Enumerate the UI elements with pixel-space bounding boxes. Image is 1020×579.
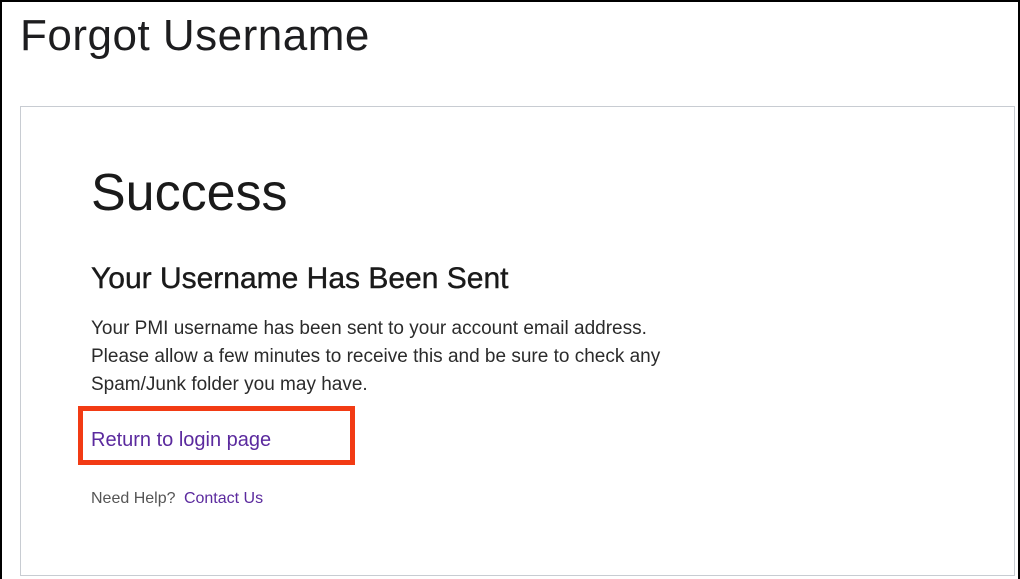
page-title: Forgot Username xyxy=(20,11,370,60)
success-card: Success Your Username Has Been Sent Your… xyxy=(20,106,1015,576)
message-line: Please allow a few minutes to receive th… xyxy=(91,346,661,367)
username-sent-heading: Your Username Has Been Sent xyxy=(91,262,509,295)
message-line: Spam/Junk folder you may have. xyxy=(91,374,368,395)
help-row: Need Help? Contact Us xyxy=(91,489,263,509)
message-line: Your PMI username has been sent to your … xyxy=(91,318,647,339)
confirmation-message: Your PMI username has been sent to your … xyxy=(91,315,911,399)
return-to-login-link[interactable]: Return to login page xyxy=(91,428,271,452)
page-frame: Forgot Username Success Your Username Ha… xyxy=(0,0,1020,579)
success-heading: Success xyxy=(91,164,288,222)
contact-us-link[interactable]: Contact Us xyxy=(184,490,263,507)
need-help-label: Need Help? xyxy=(91,490,176,507)
